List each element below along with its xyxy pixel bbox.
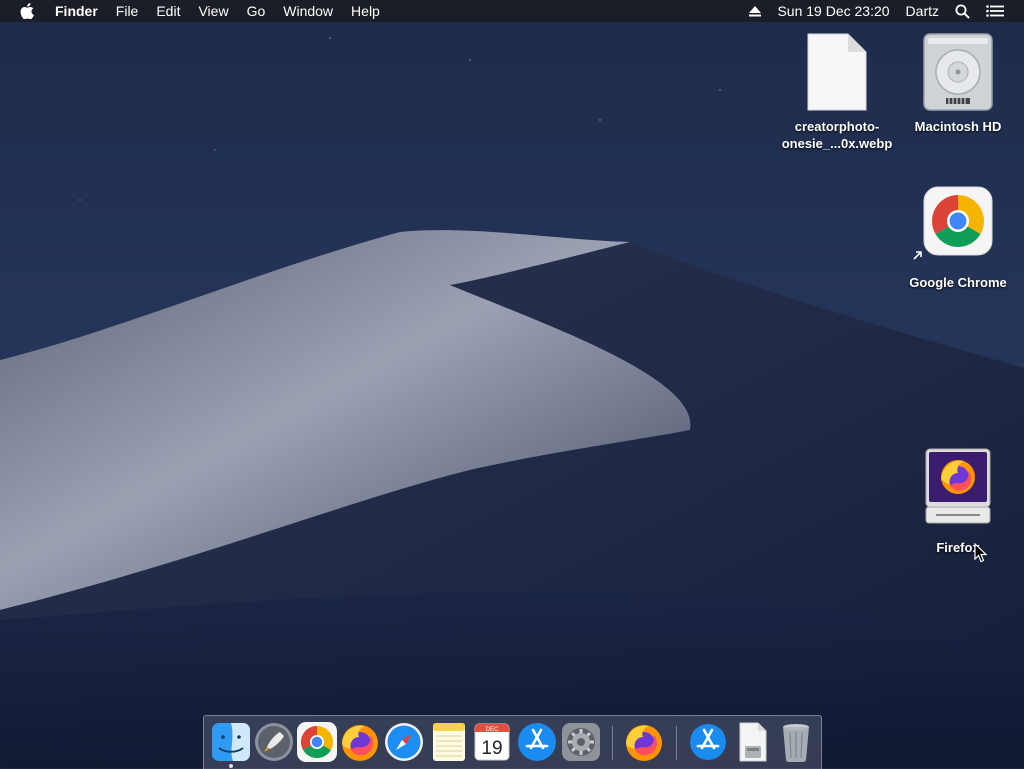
- downloads-stack-icon: [739, 722, 767, 762]
- notes-icon: [433, 723, 465, 761]
- dock-firefox-recent[interactable]: [622, 720, 666, 764]
- app-store-icon: [690, 724, 726, 760]
- chrome-icon: [297, 722, 337, 762]
- dock-notes[interactable]: [427, 720, 471, 764]
- macintosh-hd-label: Macintosh HD: [914, 119, 1002, 134]
- google-chrome-label: Google Chrome: [909, 275, 1007, 290]
- calendar-month: DEC: [486, 727, 499, 733]
- menu-help[interactable]: Help: [342, 0, 389, 22]
- desktop-file-label: creatorphoto- onesie_...0x.webp: [781, 119, 893, 151]
- dock-separator: [612, 726, 613, 760]
- dock-chrome[interactable]: [295, 720, 339, 764]
- menu-window[interactable]: Window: [274, 0, 342, 22]
- menu-user[interactable]: Dartz: [898, 0, 947, 22]
- calendar-day: 19: [481, 738, 502, 759]
- hard-drive-icon: [923, 33, 993, 111]
- menu-app-finder[interactable]: Finder: [46, 0, 107, 22]
- finder-icon: [212, 723, 250, 761]
- calendar-icon: DEC 19: [474, 723, 510, 761]
- dock-safari[interactable]: [382, 720, 426, 764]
- dock-finder[interactable]: [209, 720, 253, 764]
- menu-edit[interactable]: Edit: [147, 0, 189, 22]
- dock-firefox[interactable]: [338, 720, 382, 764]
- firefox-volume-label: Firefox: [936, 540, 980, 555]
- firefox-icon: [626, 725, 662, 761]
- finder-running-indicator: [229, 764, 233, 768]
- menu-go[interactable]: Go: [238, 0, 275, 22]
- desktop-file-webp[interactable]: creatorphoto- onesie_...0x.webp: [777, 32, 897, 152]
- dock-applications-stack[interactable]: [686, 720, 730, 764]
- notification-center-icon[interactable]: [978, 0, 1012, 22]
- dock-trash[interactable]: [774, 720, 818, 764]
- menu-clock[interactable]: Sun 19 Dec 23:20: [769, 0, 897, 22]
- firefox-disk-image-icon: [925, 448, 991, 524]
- app-store-icon: [518, 723, 556, 761]
- dock-separator: [676, 726, 677, 760]
- menu-file[interactable]: File: [107, 0, 148, 22]
- dock-calendar[interactable]: DEC 19: [470, 720, 514, 764]
- menu-bar: Finder File Edit View Go Window Help Sun…: [0, 0, 1024, 22]
- safari-icon: [385, 723, 423, 761]
- chrome-icon: [923, 186, 993, 256]
- menu-view[interactable]: View: [189, 0, 237, 22]
- document-icon: [807, 33, 867, 111]
- desktop-google-chrome-alias[interactable]: Google Chrome: [898, 186, 1018, 291]
- dock-launchpad[interactable]: [252, 720, 296, 764]
- mouse-cursor-icon: [974, 543, 988, 563]
- apple-menu-icon[interactable]: [0, 0, 46, 22]
- spotlight-search-icon[interactable]: [947, 0, 978, 22]
- desktop-macintosh-hd[interactable]: Macintosh HD: [898, 32, 1018, 135]
- trash-icon: [783, 724, 809, 763]
- dock: DEC 19: [203, 715, 822, 769]
- system-preferences-icon: [562, 723, 600, 761]
- dock-system-preferences[interactable]: [559, 720, 603, 764]
- dock-downloads-stack[interactable]: [730, 720, 774, 764]
- launchpad-icon: [255, 723, 293, 761]
- eject-icon[interactable]: [741, 0, 769, 22]
- firefox-icon: [342, 725, 378, 761]
- desktop-firefox-volume[interactable]: Firefox: [898, 447, 1018, 556]
- dock-app-store[interactable]: [515, 720, 559, 764]
- alias-arrow-icon: [913, 251, 922, 260]
